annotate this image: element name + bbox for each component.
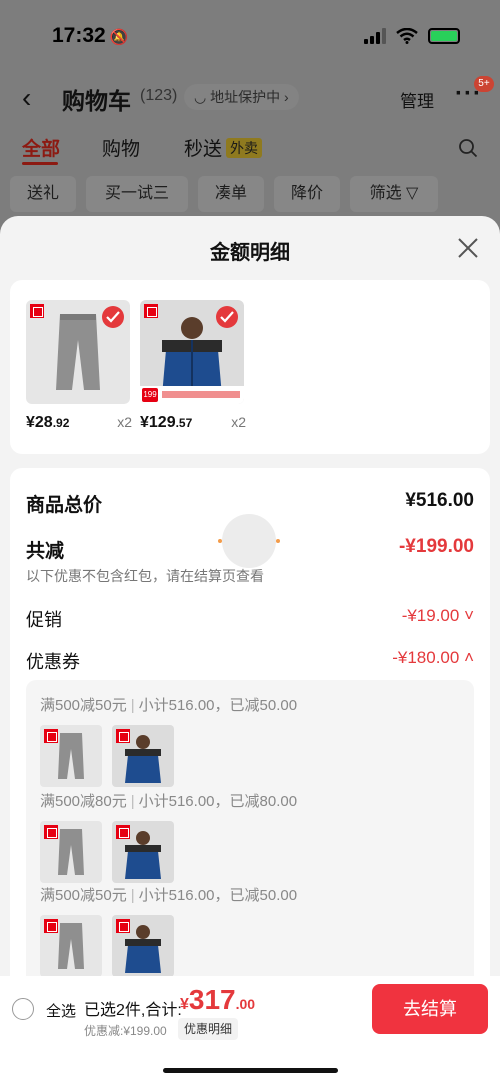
message-badge: 5+ [474, 76, 494, 92]
selected-summary: 已选2件,合计: [84, 1002, 182, 1019]
tab-instant-delivery[interactable]: 秒送 外卖 [184, 134, 263, 161]
promo-toggle[interactable]: -¥19.00 ˅ [402, 606, 474, 626]
coupon-group: 满500减80元 | 小计516.00，已减80.00 [40, 790, 470, 883]
cellular-signal-icon [364, 28, 386, 44]
select-all-label[interactable]: 全选 [46, 1000, 76, 1021]
coupon-rule: 满500减80元 | 小计516.00，已减80.00 [40, 793, 298, 810]
total-price: ¥317.00 [180, 984, 255, 1016]
brand-logo [30, 304, 44, 318]
coupon-toggle[interactable]: -¥180.00 ˄ [392, 648, 474, 668]
address-protection-chip[interactable]: ◡ 地址保护中 › [184, 84, 299, 110]
filter-try-three[interactable]: 买一试三 [86, 176, 188, 212]
wifi-icon [396, 28, 418, 44]
price-integer: ¥28 [26, 414, 53, 431]
reduce-note: 以下优惠不包含红包，请在结算页查看 [26, 568, 264, 584]
product-quantity: x2 [231, 414, 246, 430]
tab-all[interactable]: 全部 [22, 134, 60, 161]
coupon-product-thumb [112, 915, 174, 977]
status-time: 17:32 🔕 [52, 24, 128, 48]
promo-label: 促销 [26, 610, 62, 630]
loading-indicator [222, 514, 276, 568]
close-icon[interactable] [456, 236, 480, 260]
coupon-group: 满500减50元 | 小计516.00，已减50.00 [40, 884, 470, 977]
search-icon[interactable] [458, 138, 478, 158]
back-chevron-icon[interactable]: ‹ [22, 82, 31, 114]
total-integer: 317 [188, 984, 236, 1015]
mute-bell-icon: 🔕 [109, 29, 129, 46]
battery-icon [428, 28, 460, 44]
brand-logo [144, 304, 158, 318]
total-label: 商品总价 [26, 495, 103, 516]
select-all-checkbox[interactable] [12, 998, 34, 1020]
tab-shopping[interactable]: 购物 [102, 134, 140, 161]
discount-note: 优惠减:¥199.00 [84, 1024, 167, 1038]
coupon-product-thumb [40, 821, 102, 883]
product-price: ¥129.57 [140, 414, 192, 432]
coupon-rule: 满500减50元 | 小计516.00，已减50.00 [40, 887, 298, 904]
promo-strip: 199 [140, 386, 244, 404]
cart-page-background: 17:32 🔕 ‹ 购物车 (123) ◡ 地址保护中 › 管理 ··· 5+ 全… [0, 0, 500, 240]
coupon-detail-text: 小计516.00，已减50.00 [138, 697, 298, 714]
manage-button[interactable]: 管理 [400, 87, 434, 112]
coupon-product-thumb [40, 725, 102, 787]
coupon-rule-text: 满500减50元 [40, 887, 127, 904]
discount-detail-button[interactable]: 优惠明细 [178, 1018, 239, 1040]
filter-gift[interactable]: 送礼 [10, 176, 76, 212]
checkout-button[interactable]: 去结算 [372, 984, 488, 1034]
product-price: ¥28.92 [26, 414, 69, 432]
coupon-rule-text: 满500减80元 [40, 793, 127, 810]
currency-symbol: ¥ [180, 996, 189, 1013]
coupon-label: 优惠券 [26, 652, 80, 672]
coupon-product-thumb [112, 821, 174, 883]
filter-more[interactable]: 筛选 ▽ [350, 176, 438, 212]
coupon-rule: 满500减50元 | 小计516.00，已减50.00 [40, 697, 298, 714]
reduce-label: 共减 [26, 541, 65, 562]
product-image[interactable] [26, 300, 130, 404]
nav-bar: ‹ 购物车 (123) ◡ 地址保护中 › 管理 ··· 5+ [0, 76, 500, 120]
coupon-rule-text: 满500减50元 [40, 697, 127, 714]
loading-dot [276, 539, 280, 543]
price-integer: ¥129 [140, 414, 176, 431]
selected-check-icon [216, 306, 238, 328]
filter-price-drop[interactable]: 降价 [274, 176, 340, 212]
price-decimal: .92 [52, 416, 70, 430]
status-bar: 17:32 🔕 [0, 0, 500, 72]
active-tab-underline [22, 162, 58, 165]
product-item[interactable]: 199 ¥129.57 x2 [140, 300, 246, 432]
page-title: 购物车 [62, 88, 131, 114]
product-item[interactable]: ¥28.92 x2 [26, 300, 132, 432]
filter-chips: 送礼 买一试三 凑单 降价 筛选 ▽ [0, 176, 500, 212]
coupon-group: 满500减50元 | 小计516.00，已减50.00 [40, 694, 470, 787]
clock-text: 17:32 [52, 24, 106, 47]
sheet-title: 金额明细 [210, 242, 290, 264]
coupon-detail-text: 小计516.00，已减80.00 [138, 793, 298, 810]
home-indicator [163, 1068, 338, 1073]
product-quantity: x2 [117, 414, 132, 430]
total-decimal: .00 [235, 996, 256, 1012]
tab-instant-delivery-label: 秒送 [184, 139, 223, 160]
selected-products-card: ¥28.92 x2 199 ¥129.57 x2 [10, 280, 490, 454]
status-icons [364, 28, 460, 44]
reduce-value: -¥199.00 [398, 536, 474, 557]
coupon-product-thumb [112, 725, 174, 787]
promo-tag: 199 [142, 388, 158, 402]
cart-count: (123) [140, 87, 178, 104]
price-decimal: .57 [175, 416, 193, 430]
total-value: ¥516.00 [405, 490, 474, 511]
filter-bundle[interactable]: 凑单 [198, 176, 264, 212]
coupon-product-thumb [40, 915, 102, 977]
cart-tabs: 全部 购物 秒送 外卖 [0, 134, 500, 168]
product-image[interactable]: 199 [140, 300, 244, 404]
coupon-detail-text: 小计516.00，已减50.00 [138, 887, 298, 904]
checkout-bar: 全选 已选2件,合计: ¥317.00 优惠减:¥199.00 优惠明细 去结算 [0, 976, 500, 1083]
loading-dot [218, 539, 222, 543]
takeout-badge: 外卖 [226, 138, 263, 158]
price-detail-sheet: 金额明细 ¥28.92 x2 199 ¥129.57 x2 商品总价 ¥516.… [0, 216, 500, 1083]
selected-check-icon [102, 306, 124, 328]
